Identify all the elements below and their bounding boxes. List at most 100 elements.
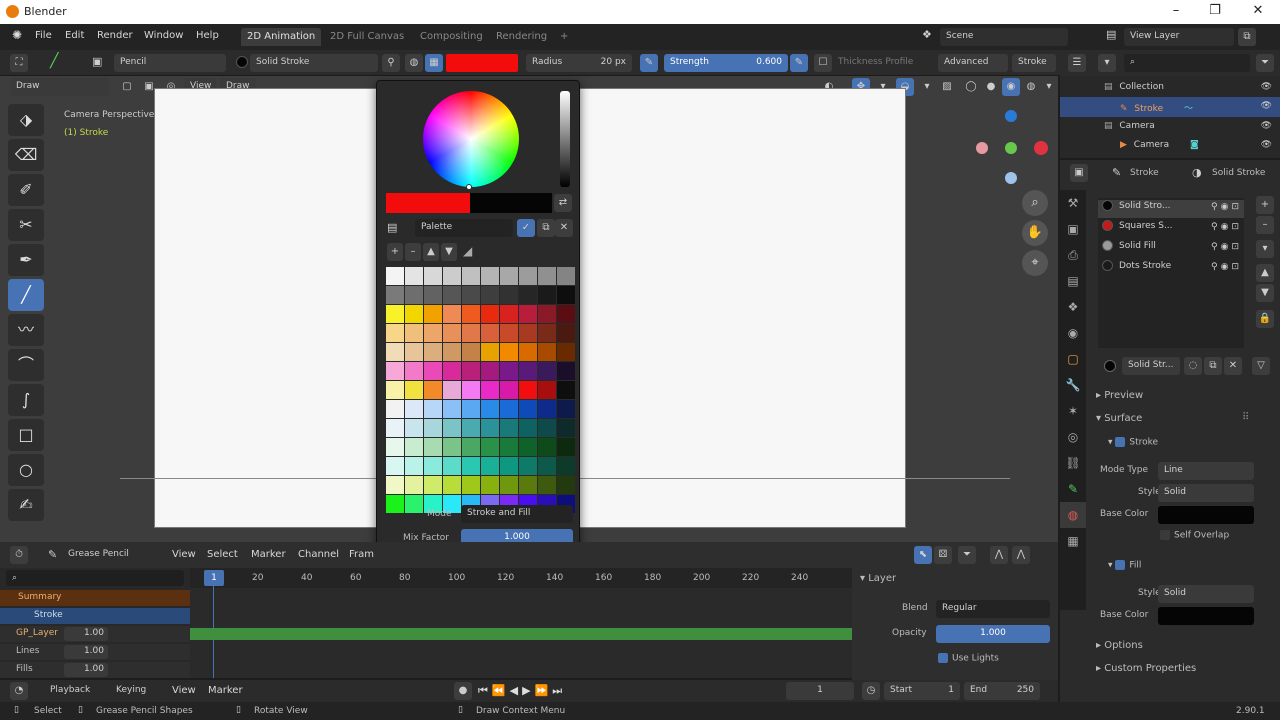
scene-tab-icon[interactable]: ❖ [1060,294,1086,320]
menu-render[interactable]: Render [97,30,133,41]
palette-swatch[interactable] [386,438,404,456]
palette-swatch[interactable] [481,476,499,494]
material-tab-icon[interactable]: ◍ [1060,502,1086,528]
channel-fills[interactable]: Fills 1.00 [0,662,190,678]
palette-swatch[interactable] [405,419,423,437]
material-selector[interactable]: Solid Stroke [250,54,378,72]
palette-swatch[interactable] [424,286,442,304]
line-tool-icon[interactable]: ╱ [8,279,44,311]
palette-swatch[interactable] [557,286,575,304]
channel-opacity-field[interactable]: 1.00 [64,627,108,641]
record-icon[interactable]: ● [454,682,472,700]
timeline-marker-menu[interactable]: Marker [208,685,243,696]
camera-view-icon[interactable]: ⌖ [1022,250,1048,276]
gizmo-neg-z-axis-icon[interactable] [1005,172,1017,184]
cursor-tool-icon[interactable]: ⬗ [8,104,44,136]
palette-swatch[interactable] [500,476,518,494]
minimize-button[interactable]: – [1166,3,1186,21]
palette-swatch[interactable] [519,324,537,342]
use-lights-checkbox[interactable]: Use Lights [938,653,999,664]
palette-move-down-icon[interactable]: ▼ [441,243,457,261]
next-keyframe-icon[interactable]: ⏩ [535,684,553,697]
palette-swatch[interactable] [481,438,499,456]
scene-selector[interactable]: Scene [940,28,1068,46]
palette-swatch[interactable] [386,400,404,418]
palette-swatch[interactable] [500,324,518,342]
palette-swatch[interactable] [557,305,575,323]
stroke-base-color-swatch[interactable] [1158,506,1254,524]
palette-swatch[interactable] [519,381,537,399]
eraser-tool-icon[interactable]: ⌫ [8,139,44,171]
strength-field[interactable]: Strength 0.600 [664,54,788,72]
palette-swatch[interactable] [557,476,575,494]
palette-swatch[interactable] [538,476,556,494]
select-mode-icon[interactable]: ▢ [118,78,136,96]
palette-swatch[interactable] [462,343,480,361]
palette-swatch[interactable] [481,286,499,304]
preview-range-icon[interactable]: ◷ [862,682,880,700]
palette-swatch[interactable] [519,400,537,418]
palette-swatch[interactable] [462,362,480,380]
filter-icon[interactable]: ⏷ [958,546,976,564]
dopesheet-menu-view[interactable]: View [172,549,196,560]
brush-selector[interactable]: Pencil [114,54,226,72]
blend-dropdown[interactable]: Regular [936,600,1050,618]
palette-swatch[interactable] [424,324,442,342]
radius-field[interactable]: Radius 20 px [526,54,632,72]
palette-swatch[interactable] [424,267,442,285]
palette-selector[interactable]: Palette [415,219,513,237]
jump-start-icon[interactable]: ⏮ [478,684,492,697]
palette-swatch[interactable] [462,267,480,285]
palette-swatch[interactable] [538,381,556,399]
data-tab-icon[interactable]: ✎ [1060,476,1086,502]
show-errors-icon[interactable]: ⚄ [934,546,952,564]
palette-swatch[interactable] [443,381,461,399]
palette-swatch[interactable] [443,343,461,361]
texture-tab-icon[interactable]: ▦ [1060,528,1086,554]
palette-swatch[interactable] [386,419,404,437]
mode-dropdown[interactable]: Stroke and Fill [461,505,573,523]
keying-menu[interactable]: Keying [110,682,164,700]
arc-tool-icon[interactable]: ⌒ [8,349,44,381]
palette-swatch[interactable] [557,343,575,361]
slot-move-up-icon[interactable]: ▲ [1256,264,1274,282]
palette-swatch[interactable] [443,305,461,323]
add-slot-icon[interactable]: + [1256,196,1274,214]
palette-swatch[interactable] [538,305,556,323]
fill-base-color-swatch[interactable] [1158,607,1254,625]
palette-swatch[interactable] [519,343,537,361]
palette-swatch[interactable] [538,457,556,475]
modifier-tab-icon[interactable]: 🔧 [1060,372,1086,398]
constraints-tab-icon[interactable]: ⛓ [1060,450,1086,476]
palette-swatch[interactable] [557,362,575,380]
overlay-dropdown-icon[interactable]: ▾ [918,78,936,96]
palette-swatch[interactable] [538,438,556,456]
palette-swatch[interactable] [443,476,461,494]
polyline-tool-icon[interactable]: 〰 [8,314,44,346]
fill-subpanel-header[interactable]: ▾ Fill [1108,560,1141,571]
palette-swatch[interactable] [443,286,461,304]
preview-panel-header[interactable]: ▸ Preview [1096,390,1143,401]
palette-swatch[interactable] [500,457,518,475]
palette-duplicate-icon[interactable]: ⧉ [537,219,555,237]
channel-summary[interactable]: Summary [0,590,190,606]
gizmo-neg-x-axis-icon[interactable] [976,142,988,154]
palette-remove-color-icon[interactable]: – [405,243,421,261]
gizmo-y-axis-icon[interactable] [1005,142,1017,154]
palette-swatch[interactable] [405,400,423,418]
palette-swatch[interactable] [500,305,518,323]
thickness-profile-checkbox[interactable]: ☐ [814,54,832,72]
palette-swatch[interactable] [462,400,480,418]
physics-tab-icon[interactable]: ◎ [1060,424,1086,450]
palette-swatch[interactable] [538,286,556,304]
palette-swatch[interactable] [405,476,423,494]
material-mode-icon[interactable]: ▦ [425,54,443,72]
object-tab-icon[interactable]: ▢ [1060,346,1086,372]
timeline-view-menu[interactable]: View [172,685,196,696]
palette-swatch[interactable] [538,343,556,361]
shading-solid-icon[interactable]: ● [982,78,1000,96]
tab-2d-animation[interactable]: 2D Animation [241,28,322,46]
box-tool-icon[interactable]: □ [8,419,44,451]
play-icon[interactable]: ▶ [522,684,534,697]
editor-type-icon[interactable]: ⛶ [10,54,28,72]
